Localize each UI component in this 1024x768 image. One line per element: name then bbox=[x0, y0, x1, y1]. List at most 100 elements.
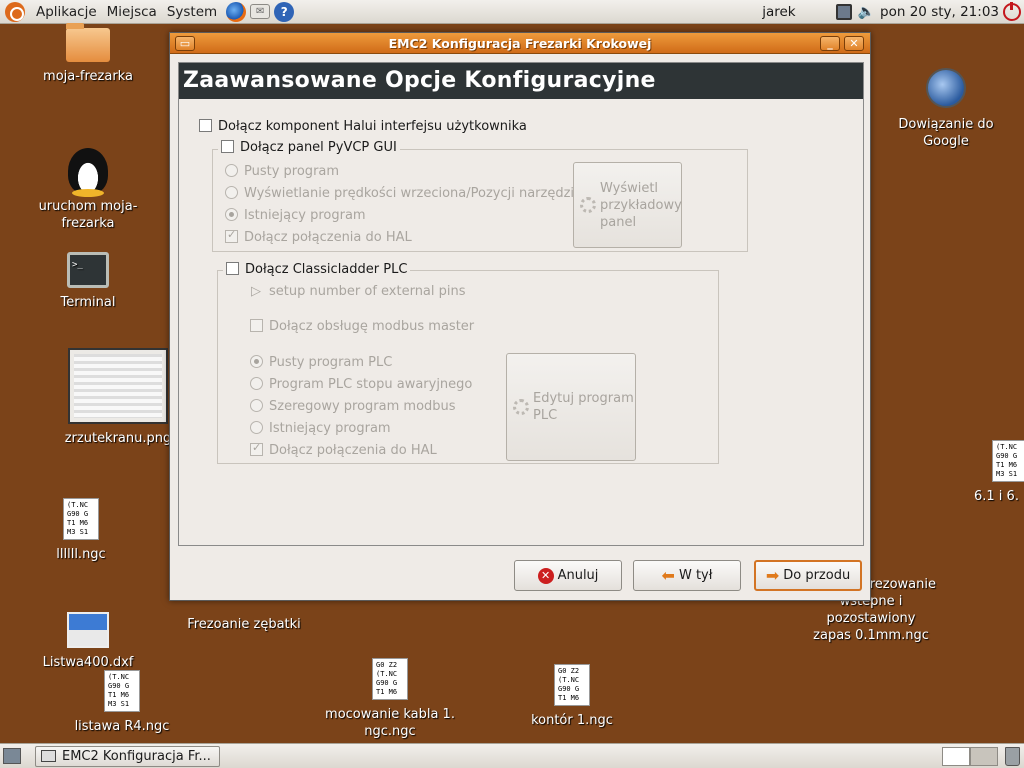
window-icon bbox=[41, 750, 56, 762]
classicladder-hal-row[interactable]: Dołącz połączenia do HAL bbox=[250, 441, 437, 458]
radio-estop-plc[interactable] bbox=[250, 377, 263, 390]
folder-icon bbox=[66, 23, 110, 62]
edit-plc-program-button[interactable]: Edytuj program PLC bbox=[506, 353, 636, 461]
workspace-1[interactable] bbox=[942, 747, 970, 766]
desktop-icon-label: Dowiązanie do Google bbox=[898, 117, 994, 149]
window-titlebar[interactable]: ▭ EMC2 Konfiguracja Frezarki Krokowej _ … bbox=[170, 33, 870, 54]
option-label: Szeregowy program modbus bbox=[269, 399, 456, 414]
cancel-button[interactable]: ✕ Anuluj bbox=[514, 560, 622, 591]
plc-option-modbus[interactable]: Szeregowy program modbus bbox=[250, 399, 456, 414]
tux-icon bbox=[68, 148, 108, 197]
desktop-icon-ngc[interactable]: G0 Z2 (T.NC G90 G T1 M6 mocowanie kabla … bbox=[325, 658, 455, 740]
option-label: Istniejący program bbox=[269, 421, 391, 436]
window-menu-icon[interactable]: ▭ bbox=[175, 36, 195, 51]
plc-option-existing[interactable]: Istniejący program bbox=[250, 421, 391, 436]
pyvcp-checkbox[interactable] bbox=[221, 140, 234, 153]
pyvcp-option-existing[interactable]: Istniejący program bbox=[225, 208, 366, 223]
option-label: Pusty program bbox=[244, 164, 340, 179]
desktop-icon-terminal[interactable]: >_ Terminal bbox=[38, 252, 138, 311]
desktop-icon-google-link[interactable]: Dowiązanie do Google bbox=[896, 68, 996, 150]
gear-icon bbox=[580, 197, 596, 213]
modbus-master-checkbox[interactable] bbox=[250, 319, 263, 332]
power-icon[interactable] bbox=[1003, 2, 1021, 21]
classicladder-checkbox-row[interactable]: Dołącz Classicladder PLC bbox=[223, 262, 411, 277]
option-label: Dołącz obsługę modbus master bbox=[269, 319, 475, 334]
pyvcp-hal-checkbox[interactable] bbox=[225, 228, 238, 243]
image-thumbnail-icon bbox=[68, 348, 168, 424]
window-title: EMC2 Konfiguracja Frezarki Krokowej bbox=[388, 35, 652, 51]
top-panel: Aplikacje Miejsca System ✉ ? jarek 🔈 pon… bbox=[0, 0, 1024, 24]
desktop-icon-frezowanie[interactable]: Frezoanie zębatki bbox=[180, 616, 308, 633]
arrow-left-icon: ⬅ bbox=[661, 565, 675, 585]
taskbar-window-button[interactable]: EMC2 Konfiguracja Fr... bbox=[35, 746, 220, 767]
expander-label: setup number of external pins bbox=[269, 284, 466, 299]
show-desktop-icon[interactable] bbox=[3, 748, 21, 764]
desktop-icon-ngc[interactable]: (T.NC G90 G T1 M6 M3 S1 llllll.ngc bbox=[31, 498, 131, 563]
text-file-icon: (T.NC G90 G T1 M6 M3 S1 bbox=[63, 498, 99, 540]
expander-arrow-icon: ▷ bbox=[251, 284, 261, 299]
ubuntu-logo-icon[interactable] bbox=[5, 1, 25, 22]
page-heading: Zaawansowane Opcje Konfiguracyjne bbox=[179, 63, 863, 99]
radio-blank-program[interactable] bbox=[225, 164, 238, 177]
menu-applications[interactable]: Aplikacje bbox=[31, 4, 102, 20]
close-button[interactable]: ✕ bbox=[844, 36, 864, 51]
desktop-icon-label: Listwa400.dxf bbox=[42, 655, 134, 670]
forward-button[interactable]: ➡ Do przodu bbox=[754, 560, 862, 591]
desktop-icon-dxf[interactable]: Listwa400.dxf bbox=[38, 612, 138, 671]
radio-existing-plc[interactable] bbox=[250, 421, 263, 434]
network-icon[interactable] bbox=[835, 4, 852, 20]
mail-icon[interactable]: ✉ bbox=[250, 4, 271, 19]
radio-blank-plc[interactable] bbox=[250, 355, 263, 368]
trash-icon[interactable] bbox=[1005, 747, 1020, 766]
button-label: Do przodu bbox=[783, 568, 851, 583]
plc-option-blank[interactable]: Pusty program PLC bbox=[250, 355, 392, 370]
desktop-icon-label: zrzutekranu.png bbox=[64, 431, 172, 446]
pyvcp-checkbox-row[interactable]: Dołącz panel PyVCP GUI bbox=[218, 140, 400, 155]
desktop-icon-screenshot[interactable]: zrzutekranu.png bbox=[60, 348, 176, 447]
text-file-icon: G0 Z2 (T.NC G90 G T1 M6 bbox=[372, 658, 408, 700]
desktop-icon-label: Terminal bbox=[60, 295, 116, 310]
menu-system[interactable]: System bbox=[162, 4, 222, 20]
classicladder-checkbox[interactable] bbox=[226, 262, 239, 275]
radio-modbus-plc[interactable] bbox=[250, 399, 263, 412]
plc-option-estop[interactable]: Program PLC stopu awaryjnego bbox=[250, 377, 472, 392]
button-label: W tył bbox=[678, 568, 713, 583]
text-file-icon: G0 Z2 (T.NC G90 G T1 M6 bbox=[554, 664, 590, 706]
firefox-icon[interactable] bbox=[226, 1, 247, 22]
option-label: Istniejący program bbox=[244, 208, 366, 223]
classicladder-hal-checkbox[interactable] bbox=[250, 441, 263, 456]
halui-checkbox[interactable] bbox=[199, 119, 212, 132]
back-button[interactable]: ⬅ W tył bbox=[633, 560, 741, 591]
radio-spindle-display[interactable] bbox=[225, 186, 238, 199]
show-sample-panel-button[interactable]: Wyświetl przykładowy panel bbox=[573, 162, 682, 248]
desktop-icon-label: Frezoanie zębatki bbox=[187, 617, 301, 632]
modbus-master-row[interactable]: Dołącz obsługę modbus master bbox=[250, 319, 474, 334]
radio-existing-program[interactable] bbox=[225, 208, 238, 221]
help-icon[interactable]: ? bbox=[274, 1, 295, 22]
halui-label: Dołącz komponent Halui interfejsu użytko… bbox=[218, 119, 527, 134]
desktop-icon-label: 6.1 i 6. bbox=[974, 489, 1019, 504]
option-label: Pusty program PLC bbox=[269, 355, 393, 370]
desktop-icon-launcher[interactable]: uruchom moja-frezarka bbox=[33, 148, 143, 232]
text-file-icon: (T.NC G90 G T1 M6 M3 S1 bbox=[992, 440, 1024, 482]
external-pins-expander[interactable]: ▷ setup number of external pins bbox=[251, 284, 466, 299]
pyvcp-hal-row[interactable]: Dołącz połączenia do HAL bbox=[225, 228, 412, 245]
desktop-icon-ngc[interactable]: (T.NC G90 G T1 M6 M3 S1 listawa R4.ngc bbox=[72, 670, 172, 735]
pyvcp-option-blank[interactable]: Pusty program bbox=[225, 164, 339, 179]
content-frame: Zaawansowane Opcje Konfiguracyjne Dołącz… bbox=[178, 62, 864, 546]
image-file-icon bbox=[67, 612, 109, 648]
clock[interactable]: pon 20 sty, 21:03 bbox=[880, 4, 999, 20]
bottom-panel: EMC2 Konfiguracja Fr... bbox=[0, 743, 1024, 768]
menu-places[interactable]: Miejsca bbox=[102, 4, 162, 20]
desktop-icon-ngc[interactable]: (T.NC G90 G T1 M6 M3 S1 6.1 i 6. bbox=[974, 440, 1024, 505]
workspace-2[interactable] bbox=[970, 747, 998, 766]
volume-icon[interactable]: 🔈 bbox=[858, 4, 875, 20]
classicladder-label: Dołącz Classicladder PLC bbox=[245, 262, 408, 277]
halui-checkbox-row[interactable]: Dołącz komponent Halui interfejsu użytko… bbox=[199, 119, 527, 134]
minimize-button[interactable]: _ bbox=[820, 36, 840, 51]
username[interactable]: jarek bbox=[762, 4, 795, 20]
option-label: Dołącz połączenia do HAL bbox=[269, 443, 437, 458]
pyvcp-option-spindle[interactable]: Wyświetlanie prędkości wrzeciona/Pozycji… bbox=[225, 186, 582, 201]
desktop-icon-folder[interactable]: moja-frezarka bbox=[38, 23, 138, 85]
desktop-icon-ngc[interactable]: G0 Z2 (T.NC G90 G T1 M6 kontór 1.ngc bbox=[522, 664, 622, 729]
